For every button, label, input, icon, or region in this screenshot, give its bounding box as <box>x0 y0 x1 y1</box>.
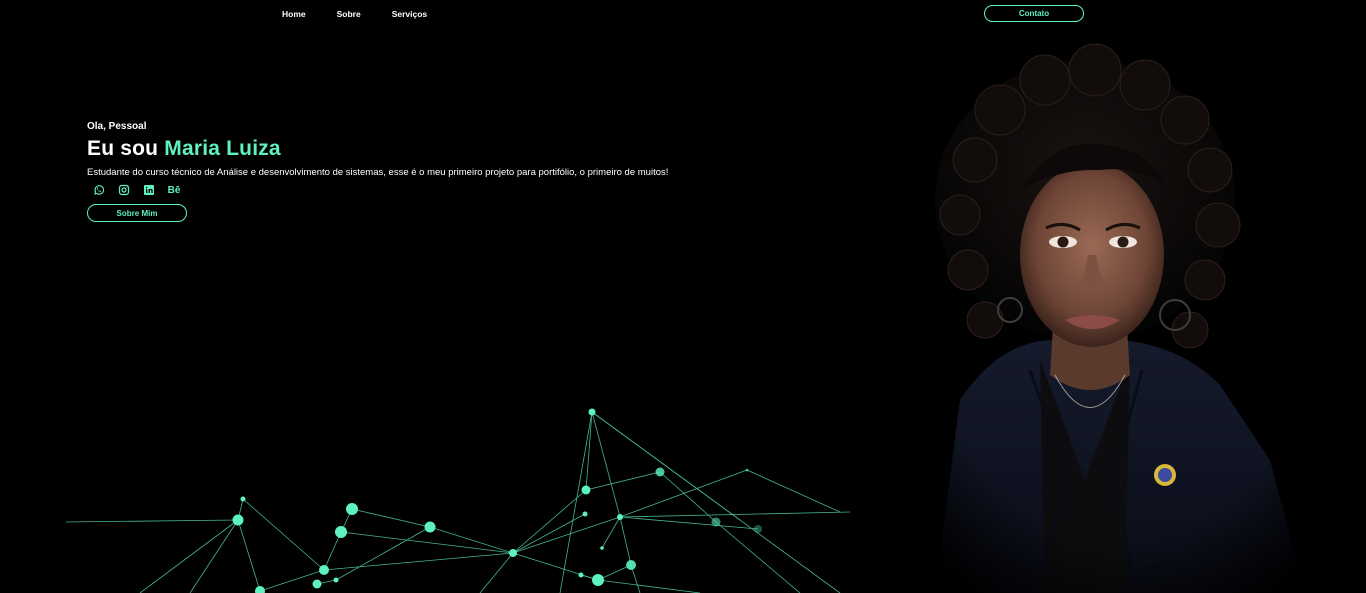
network-node <box>581 485 591 495</box>
network-node <box>333 577 339 583</box>
nav-link-home[interactable]: Home <box>282 9 306 19</box>
about-me-button[interactable]: Sobre Mim <box>87 204 187 222</box>
network-node <box>754 525 762 533</box>
hero-greeting: Ola, Pessoal <box>87 121 147 132</box>
hero-headline: Eu sou Maria Luiza <box>87 137 668 161</box>
network-node <box>509 549 517 557</box>
hero-section: Ola, Pessoal Eu sou Maria Luiza Estudant… <box>87 121 668 222</box>
network-node <box>232 514 244 526</box>
instagram-icon[interactable] <box>117 183 131 197</box>
network-node <box>582 511 588 517</box>
network-node <box>588 408 596 416</box>
hero-description: Estudante do curso técnico de Análise e … <box>87 167 669 178</box>
network-node <box>335 526 347 538</box>
nav-link-servicos[interactable]: Serviços <box>392 9 427 19</box>
network-node <box>346 503 358 515</box>
network-node <box>600 546 604 550</box>
network-node <box>424 521 436 533</box>
network-node <box>592 574 604 586</box>
network-node <box>711 517 721 527</box>
network-node <box>578 572 584 578</box>
social-links: Bē <box>92 183 668 197</box>
network-node <box>745 468 749 472</box>
whatsapp-icon[interactable] <box>92 183 106 197</box>
headline-name: Maria Luiza <box>164 137 281 160</box>
page: Home Sobre Serviços Contato Ola, Pessoal… <box>0 0 1366 593</box>
main-nav: Home Sobre Serviços <box>282 9 458 19</box>
nav-link-sobre[interactable]: Sobre <box>337 9 361 19</box>
network-node <box>617 514 623 520</box>
network-node <box>626 560 636 570</box>
network-node <box>240 496 246 502</box>
network-node <box>319 565 329 575</box>
network-node <box>655 467 665 477</box>
behance-icon[interactable]: Bē <box>167 183 181 197</box>
profile-portrait <box>935 43 1305 593</box>
network-node <box>255 586 265 593</box>
headline-prefix: Eu sou <box>87 137 165 160</box>
contact-button[interactable]: Contato <box>984 5 1084 22</box>
network-node <box>312 579 322 589</box>
linkedin-icon[interactable] <box>142 183 156 197</box>
